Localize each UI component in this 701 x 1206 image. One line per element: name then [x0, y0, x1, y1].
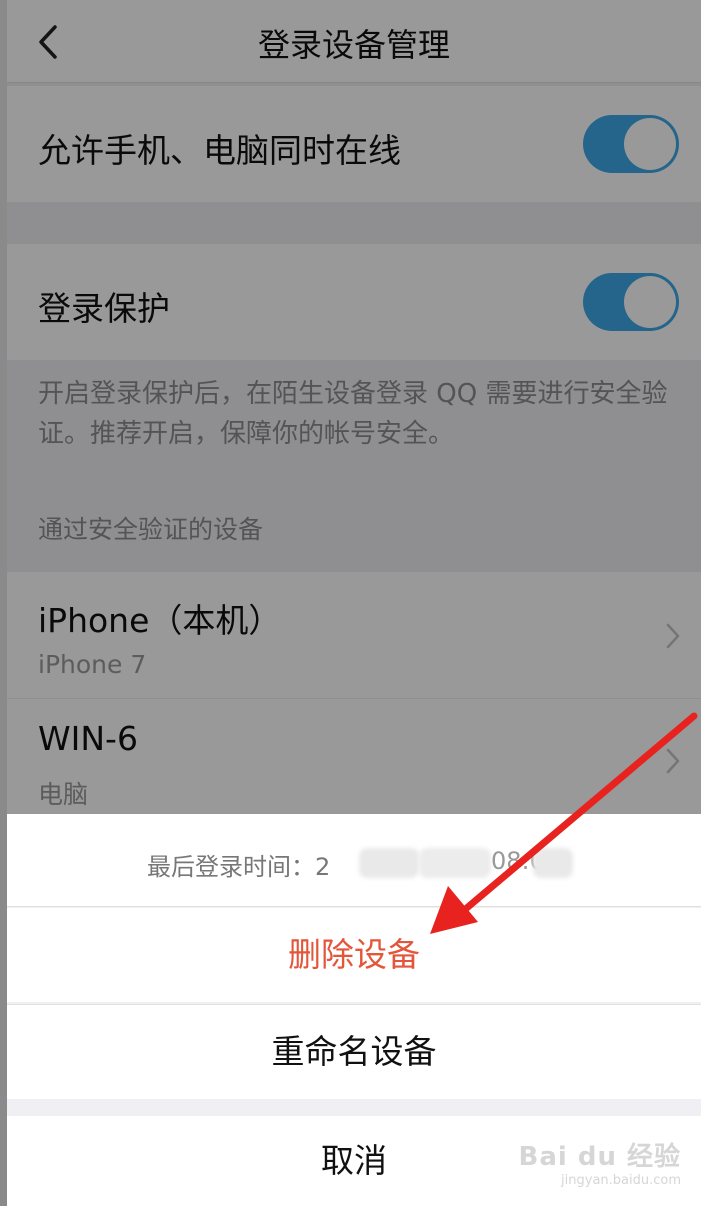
- annotation-arrow: [430, 712, 698, 934]
- baidu-watermark: Bai du 经验 jingyan.baidu.com: [519, 1136, 682, 1188]
- watermark-url: jingyan.baidu.com: [561, 1173, 681, 1188]
- arrow-shaft: [458, 712, 698, 916]
- watermark-logo: Bai du 经验: [518, 1142, 681, 1172]
- arrow-head: [430, 886, 478, 934]
